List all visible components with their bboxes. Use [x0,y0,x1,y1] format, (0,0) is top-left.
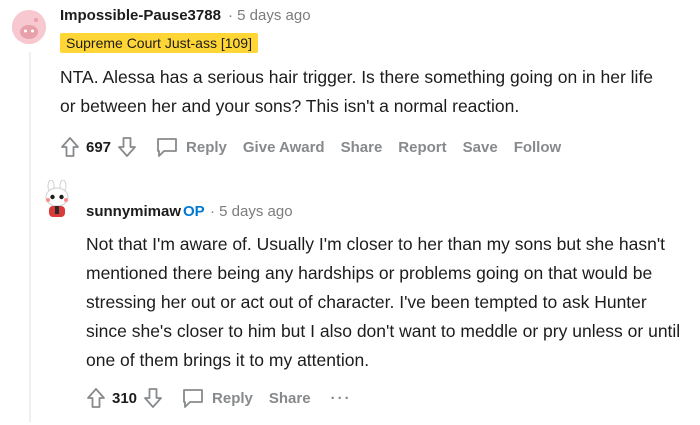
speech-bubble-icon [157,138,177,157]
reply-label: Reply [212,389,253,407]
follow-button[interactable]: Follow [514,139,562,156]
share-button[interactable]: Share [269,390,311,407]
reply-label: Reply [186,138,227,156]
share-button[interactable]: Share [341,139,383,156]
op-badge: OP [183,203,205,220]
comment-username[interactable]: Impossible-Pause3788 [60,7,221,24]
reply-button[interactable]: Reply [155,136,227,158]
downvote-arrow-icon[interactable] [117,136,137,158]
comment-body: Not that I'm aware of. Usually I'm close… [86,234,681,370]
user-avatar[interactable] [12,10,46,44]
reply-button[interactable]: Reply [181,387,253,409]
ellipsis-icon[interactable]: ··· [331,390,352,407]
user-flair: Supreme Court Just-ass [109] [60,33,258,53]
comment-timestamp: · 5 days ago [210,203,293,220]
report-button[interactable]: Report [398,139,446,156]
comment-username[interactable]: sunnymimaw [86,203,181,220]
speech-bubble-icon [183,389,203,408]
comment-body: NTA. Alessa has a serious hair trigger. … [60,67,654,116]
upvote-arrow-icon[interactable] [60,136,80,158]
downvote-arrow-icon[interactable] [143,387,163,409]
vote-count: 697 [86,138,112,156]
comment-actions: 697 Reply Give Award Share Report Save F… [60,134,561,160]
save-button[interactable]: Save [463,139,498,156]
thread-line[interactable] [29,52,31,422]
comment-actions: 310 Reply Share ··· [86,385,352,411]
comment-timestamp: · 5 days ago [228,7,311,24]
give-award-button[interactable]: Give Award [243,139,325,156]
snoo-avatar-icon [38,179,76,219]
user-avatar[interactable] [37,179,77,220]
vote-count: 310 [112,389,138,407]
upvote-arrow-icon[interactable] [86,387,106,409]
snoo-avatar-icon [12,10,46,44]
